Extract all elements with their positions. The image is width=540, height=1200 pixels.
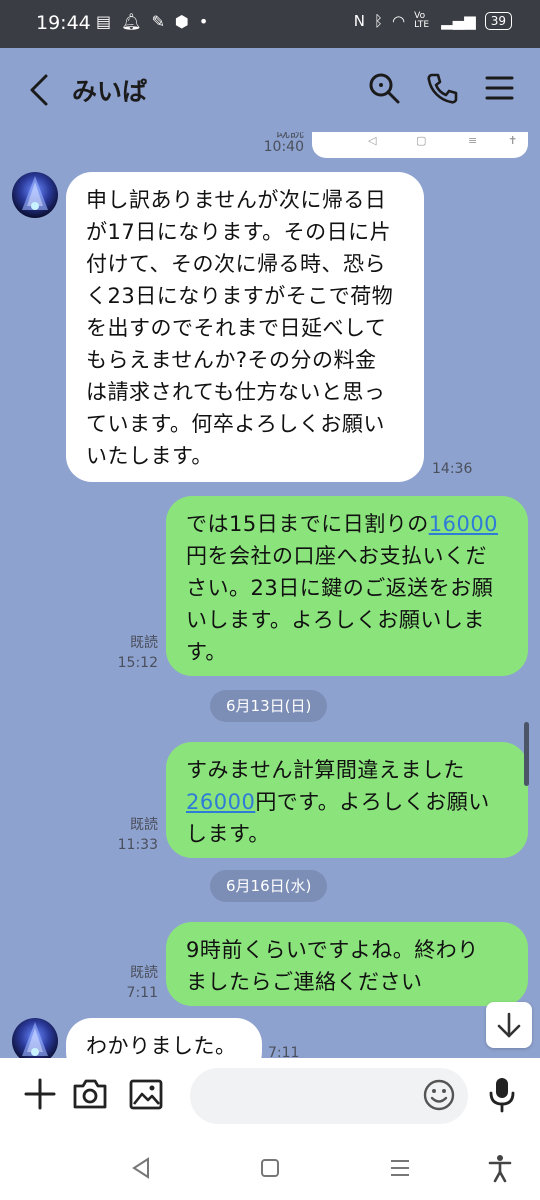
message-line: 付けて、その次に帰る時、恐ら <box>86 252 386 276</box>
plus-icon <box>24 1078 56 1110</box>
menu-icon <box>485 76 514 100</box>
arrow-down-icon <box>497 1012 521 1038</box>
thumb-recents-icon: ≡ <box>468 134 478 147</box>
amount-link[interactable]: 16000 <box>429 512 498 536</box>
chat-area[interactable]: 既読 10:40 ◁ ▢ ≡ ✝ 申し訳ありませんが次に帰る日 が17日になりま… <box>0 132 540 1058</box>
chat-title: みいぱ <box>72 77 148 106</box>
chat-header: みいぱ <box>0 48 540 132</box>
message-line: ています。何卒よろしくお願い <box>86 412 385 436</box>
phone-icon <box>427 73 458 104</box>
message-line: く23日になりますがそこで荷物 <box>86 284 394 308</box>
message-line: もらえませんか?その分の料金 <box>86 348 377 372</box>
message-line: すみません計算間違えました <box>186 758 465 782</box>
read-receipt: 既読 <box>130 965 158 981</box>
message-text: では15日までに日割りの <box>186 512 429 536</box>
back-button[interactable] <box>24 70 58 110</box>
message-time: 10:40 <box>263 139 304 155</box>
message-line: します。 <box>186 822 270 846</box>
thumb-accessibility-icon: ✝ <box>508 134 518 147</box>
battery-icon: 39 <box>484 12 512 30</box>
emoji-icon <box>423 1079 455 1111</box>
outgoing-message-bubble[interactable]: では15日までに日割りの16000 円を会社の口座へお支払いくだ さい。23日に… <box>166 496 528 676</box>
message-line: 申し訳ありませんが次に帰る日 <box>86 188 387 212</box>
emoji-button[interactable] <box>422 1078 456 1112</box>
avatar[interactable] <box>12 172 58 218</box>
thumb-home-icon: ▢ <box>416 134 427 147</box>
nav-recents-icon <box>391 1160 409 1176</box>
avatar-image <box>22 1022 48 1056</box>
read-receipt: 既読 <box>130 817 158 833</box>
nav-back-button[interactable] <box>126 1152 158 1184</box>
message-line: を出すのでそれまで日延べして <box>86 316 387 340</box>
message-line: さい。23日に鍵のご返送をお願 <box>186 576 494 600</box>
camera-icon <box>73 1079 107 1109</box>
call-button[interactable] <box>424 70 460 106</box>
wifi-icon: ◠ <box>392 12 406 30</box>
message-time: 7:11 <box>268 1045 300 1058</box>
message-time: 7:11 <box>126 985 158 1001</box>
amount-link[interactable]: 26000 <box>186 790 255 814</box>
nav-home-icon <box>261 1159 279 1177</box>
thumb-back-icon: ◁ <box>368 134 377 147</box>
status-time: 19:44 <box>36 12 91 34</box>
incoming-message-bubble[interactable]: わかりました。 <box>66 1018 262 1058</box>
message-line: は請求されても仕方ないと思っ <box>86 380 386 404</box>
bluetooth-icon: ᛒ <box>374 12 384 30</box>
signal-icon: ▂▄▆ <box>441 12 476 30</box>
scrollbar[interactable] <box>524 722 529 786</box>
volte-icon: Vo LTE <box>414 11 430 30</box>
add-button[interactable] <box>20 1074 60 1114</box>
message-line: が17日になります。その日に片 <box>86 220 392 244</box>
message-notification-icon: ▤ <box>96 12 112 31</box>
accessibility-button[interactable] <box>484 1152 516 1184</box>
avatar[interactable] <box>12 1018 58 1058</box>
message-text: 円です。よろしくお願い <box>255 790 490 814</box>
bell-icon: 🔔︎ <box>121 12 142 31</box>
camera-button[interactable] <box>70 1074 110 1114</box>
image-button[interactable] <box>126 1074 166 1114</box>
message-time: 15:12 <box>117 655 158 671</box>
message-line: わかりました。 <box>86 1034 237 1058</box>
app-notification-icon: ✎ <box>151 12 165 31</box>
system-navigation-bar <box>0 1136 540 1200</box>
scroll-to-bottom-button[interactable] <box>486 1002 532 1048</box>
message-line: いします。よろしくお願いしま <box>186 608 485 632</box>
message-line: す。 <box>186 640 227 664</box>
date-separator: 6月16日(水) <box>210 870 328 902</box>
menu-button[interactable] <box>482 70 518 106</box>
search-button[interactable] <box>366 70 402 106</box>
message-line: では15日までに日割りの16000 <box>186 508 508 540</box>
voice-input-button[interactable] <box>482 1074 522 1114</box>
message-input-bar <box>0 1058 540 1136</box>
message-line: 円を会社の口座へお支払いくだ <box>186 544 487 568</box>
image-preview-thumbnail[interactable]: ◁ ▢ ≡ ✝ <box>312 132 528 158</box>
message-line: いたします。 <box>86 444 213 468</box>
app-badge-icon: ⬢ <box>174 12 189 31</box>
status-bar: 19:44 ▤ 🔔︎ ✎ ⬢ • N ᛒ ◠ Vo LTE ▂▄▆ 39 <box>0 0 540 48</box>
outgoing-message-bubble[interactable]: すみません計算間違えました 26000円です。よろしくお願い します。 <box>166 742 528 858</box>
nav-recents-button[interactable] <box>384 1152 416 1184</box>
search-icon <box>369 73 400 104</box>
outgoing-message-bubble[interactable]: 9時前くらいですよね。終わり ましたらご連絡ください <box>166 922 528 1006</box>
mic-icon <box>489 1078 515 1113</box>
avatar-image <box>22 176 48 210</box>
nav-back-icon <box>132 1157 149 1179</box>
message-time: 11:33 <box>117 837 158 853</box>
accessibility-icon <box>488 1155 512 1183</box>
nfc-icon: N <box>353 12 365 30</box>
message-line: 26000円です。よろしくお願い <box>186 786 508 818</box>
incoming-message-bubble[interactable]: 申し訳ありませんが次に帰る日 が17日になります。その日に片 付けて、その次に帰… <box>66 172 424 482</box>
date-separator: 6月13日(日) <box>210 690 328 722</box>
image-icon <box>129 1079 163 1110</box>
read-receipt: 既読 <box>130 635 158 651</box>
message-time: 14:36 <box>432 461 473 477</box>
nav-home-button[interactable] <box>254 1152 286 1184</box>
notification-icons: ▤ 🔔︎ ✎ ⬢ • <box>96 12 208 31</box>
dot-icon: • <box>198 12 209 31</box>
message-line: 9時前くらいですよね。終わり <box>186 938 479 962</box>
back-icon <box>30 74 48 106</box>
system-icons: N ᛒ ◠ Vo LTE ▂▄▆ 39 <box>354 12 512 30</box>
message-line: ましたらご連絡ください <box>186 970 423 994</box>
